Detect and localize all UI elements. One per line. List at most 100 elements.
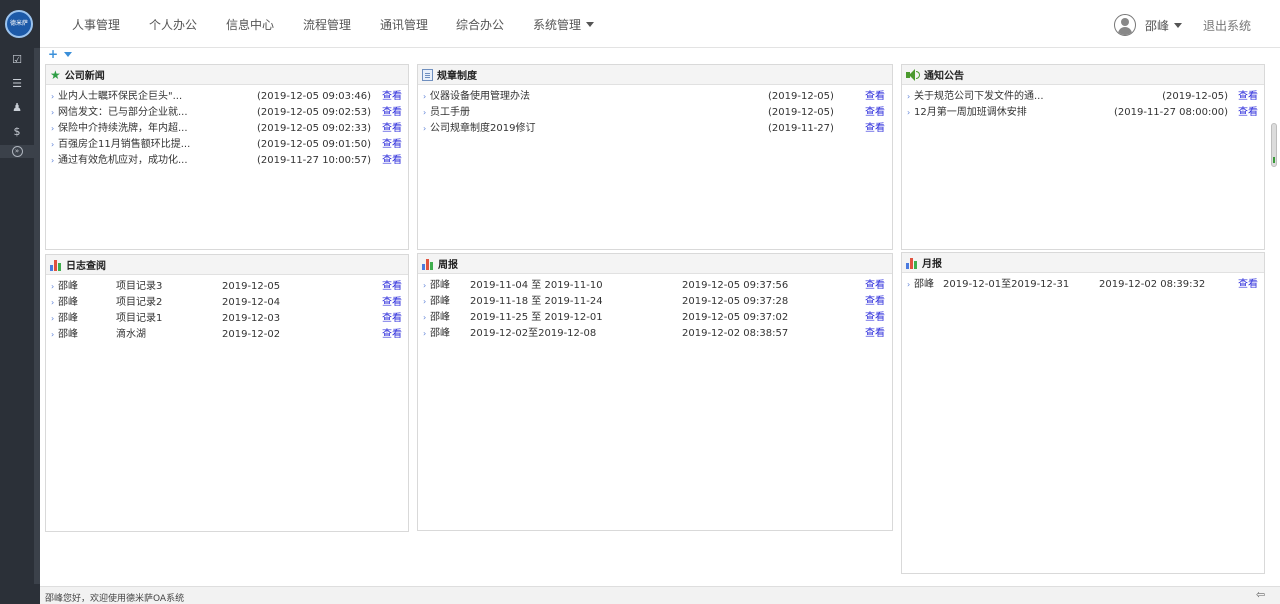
view-link[interactable]: 查看 bbox=[382, 121, 402, 137]
panel-rules: 规章制度 › 仪器设备使用管理办法 (2019-12-05) 查看 › 员工手册 (2019… bbox=[417, 64, 893, 250]
list-icon[interactable]: ☰ bbox=[0, 76, 34, 92]
nav-item-workflow[interactable]: 流程管理 bbox=[303, 16, 351, 33]
list-item[interactable]: › 邵峰 项目记录1 2019-12-03 查看 bbox=[46, 311, 408, 327]
rule-date: (2019-11-27) bbox=[768, 123, 834, 134]
log-title-link[interactable]: 项目记录1 bbox=[116, 311, 162, 327]
scrollbar-thumb[interactable] bbox=[1271, 123, 1277, 167]
news-title-link[interactable]: 保险中介持续洗牌，年内超... bbox=[58, 121, 188, 137]
bullet-icon: › bbox=[51, 124, 55, 133]
rule-title-link[interactable]: 公司规章制度2019修订 bbox=[430, 121, 535, 137]
panel-weekly-report: 周报 › 邵峰 2019-11-04 至 2019-11-10 2019-12-05 … bbox=[417, 253, 893, 531]
weekly-time: 2019-12-05 09:37:28 bbox=[682, 296, 789, 307]
news-title-link[interactable]: 通过有效危机应对，成功化... bbox=[58, 153, 188, 169]
news-title-link[interactable]: 网信发文：已与部分企业就... bbox=[58, 105, 188, 121]
nav-item-general-office[interactable]: 综合办公 bbox=[456, 16, 504, 33]
collapse-toggle[interactable]: » bbox=[0, 145, 34, 158]
view-link[interactable]: 查看 bbox=[382, 137, 402, 153]
rule-title-link[interactable]: 员工手册 bbox=[430, 105, 470, 121]
document-icon bbox=[422, 68, 433, 81]
bullet-icon: › bbox=[51, 108, 55, 117]
log-author: 邵峰 bbox=[58, 329, 78, 340]
view-link[interactable]: 查看 bbox=[382, 279, 402, 295]
nav-item-system-admin-label: 系统管理 bbox=[533, 18, 582, 32]
weekly-range: 2019-11-25 至 2019-12-01 bbox=[470, 312, 603, 323]
nav-item-communication[interactable]: 通讯管理 bbox=[380, 16, 428, 33]
bullet-icon: › bbox=[423, 329, 427, 338]
news-title-link[interactable]: 业内人士瞩环保民企巨头"... bbox=[58, 89, 182, 105]
checkbox-icon[interactable]: ☑ bbox=[0, 52, 34, 68]
bar-chart-icon bbox=[50, 259, 62, 271]
view-link[interactable]: 查看 bbox=[865, 294, 885, 310]
view-link[interactable]: 查看 bbox=[382, 153, 402, 169]
news-title-link[interactable]: 百强房企11月销售额环比提... bbox=[58, 137, 190, 153]
nav-item-info-center[interactable]: 信息中心 bbox=[226, 16, 274, 33]
view-link[interactable]: 查看 bbox=[865, 89, 885, 105]
log-date: 2019-12-05 bbox=[222, 281, 281, 292]
view-link[interactable]: 查看 bbox=[1238, 277, 1258, 293]
log-title-link[interactable]: 滴水湖 bbox=[116, 327, 146, 343]
back-arrow-icon[interactable]: ⇦ bbox=[1256, 589, 1274, 601]
notice-title-link[interactable]: 关于规范公司下发文件的通... bbox=[914, 89, 1044, 105]
log-author: 邵峰 bbox=[58, 297, 78, 308]
view-link[interactable]: 查看 bbox=[382, 89, 402, 105]
list-item[interactable]: › 员工手册 (2019-12-05) 查看 bbox=[418, 105, 892, 121]
list-item[interactable]: › 通过有效危机应对，成功化... (2019-11-27 10:00:57) 查看 bbox=[46, 153, 408, 169]
list-item[interactable]: › 12月第一周加班调休安排 (2019-11-27 08:00:00) 查看 bbox=[902, 105, 1264, 121]
view-link[interactable]: 查看 bbox=[382, 311, 402, 327]
list-item[interactable]: › 仪器设备使用管理办法 (2019-12-05) 查看 bbox=[418, 89, 892, 105]
view-link[interactable]: 查看 bbox=[382, 295, 402, 311]
list-item[interactable]: › 网信发文：已与部分企业就... (2019-12-05 09:02:53) 查看 bbox=[46, 105, 408, 121]
view-link[interactable]: 查看 bbox=[865, 326, 885, 342]
notice-title-link[interactable]: 12月第一周加班调休安排 bbox=[914, 105, 1027, 121]
list-item[interactable]: › 业内人士瞩环保民企巨头"... (2019-12-05 09:03:46) 查看 bbox=[46, 89, 408, 105]
weekly-author: 邵峰 bbox=[430, 312, 450, 323]
nav-item-personal-office[interactable]: 个人办公 bbox=[149, 16, 197, 33]
view-link[interactable]: 查看 bbox=[865, 278, 885, 294]
view-link[interactable]: 查看 bbox=[382, 327, 402, 343]
list-item[interactable]: › 公司规章制度2019修订 (2019-11-27) 查看 bbox=[418, 121, 892, 137]
panel-header: 通知公告 bbox=[902, 65, 1264, 85]
monthly-author: 邵峰 bbox=[914, 279, 934, 290]
news-time: (2019-12-05 09:02:33) bbox=[257, 123, 372, 134]
bullet-icon: › bbox=[907, 92, 911, 101]
list-item[interactable]: › 邵峰 项目记录2 2019-12-04 查看 bbox=[46, 295, 408, 311]
add-widget-icon[interactable]: + bbox=[48, 48, 58, 60]
user-menu[interactable]: 邵峰 bbox=[1145, 17, 1183, 34]
log-title-link[interactable]: 项目记录2 bbox=[116, 295, 162, 311]
rule-title-link[interactable]: 仪器设备使用管理办法 bbox=[430, 89, 530, 105]
bullet-icon: › bbox=[51, 330, 55, 339]
news-time: (2019-12-05 09:01:50) bbox=[257, 139, 372, 150]
bullet-icon: › bbox=[423, 92, 427, 101]
company-logo[interactable]: 德米萨 bbox=[5, 10, 33, 38]
layout-dropdown-icon[interactable] bbox=[64, 52, 72, 57]
user-avatar[interactable] bbox=[1114, 14, 1136, 36]
list-item[interactable]: › 邵峰 2019-11-04 至 2019-11-10 2019-12-05 09:… bbox=[418, 278, 892, 294]
user-group-icon[interactable]: ♟ bbox=[0, 100, 34, 116]
list-item[interactable]: › 邵峰 2019-12-02至2019-12-08 2019-12-02 08:38… bbox=[418, 326, 892, 342]
view-link[interactable]: 查看 bbox=[865, 105, 885, 121]
list-item[interactable]: › 邵峰 滴水湖 2019-12-02 查看 bbox=[46, 327, 408, 343]
list-item[interactable]: › 邵峰 2019-11-18 至 2019-11-24 2019-12-05 09:… bbox=[418, 294, 892, 310]
monthly-range: 2019-12-01至2019-12-31 bbox=[943, 279, 1070, 290]
list-item[interactable]: › 保险中介持续洗牌，年内超... (2019-12-05 09:02:33) 查看 bbox=[46, 121, 408, 137]
weekly-time: 2019-12-05 09:37:56 bbox=[682, 280, 789, 291]
monthly-list: › 邵峰 2019-12-01至2019-12-31 2019-12-02 08:39… bbox=[902, 273, 1264, 293]
list-item[interactable]: › 百强房企11月销售额环比提... (2019-12-05 09:01:50) 查看 bbox=[46, 137, 408, 153]
list-item[interactable]: › 邵峰 项目记录3 2019-12-05 查看 bbox=[46, 279, 408, 295]
logout-link[interactable]: 退出系统 bbox=[1203, 17, 1251, 34]
list-item[interactable]: › 邵峰 2019-11-25 至 2019-12-01 2019-12-05 09:… bbox=[418, 310, 892, 326]
nav-item-hr[interactable]: 人事管理 bbox=[72, 16, 120, 33]
currency-icon[interactable]: $ bbox=[0, 124, 34, 140]
view-link[interactable]: 查看 bbox=[865, 121, 885, 137]
view-link[interactable]: 查看 bbox=[1238, 89, 1258, 105]
view-link[interactable]: 查看 bbox=[382, 105, 402, 121]
view-link[interactable]: 查看 bbox=[865, 310, 885, 326]
view-link[interactable]: 查看 bbox=[1238, 105, 1258, 121]
panel-notices: 通知公告 › 关于规范公司下发文件的通... (2019-12-05) 查看 › 12月第… bbox=[901, 64, 1265, 250]
log-title-link[interactable]: 项目记录3 bbox=[116, 279, 162, 295]
list-item[interactable]: › 邵峰 2019-12-01至2019-12-31 2019-12-02 08:39… bbox=[902, 277, 1264, 293]
nav-item-system-admin[interactable]: 系统管理 bbox=[533, 16, 595, 33]
list-item[interactable]: › 关于规范公司下发文件的通... (2019-12-05) 查看 bbox=[902, 89, 1264, 105]
panel-title: 公司新闻 bbox=[64, 71, 105, 82]
bullet-icon: › bbox=[51, 298, 55, 307]
